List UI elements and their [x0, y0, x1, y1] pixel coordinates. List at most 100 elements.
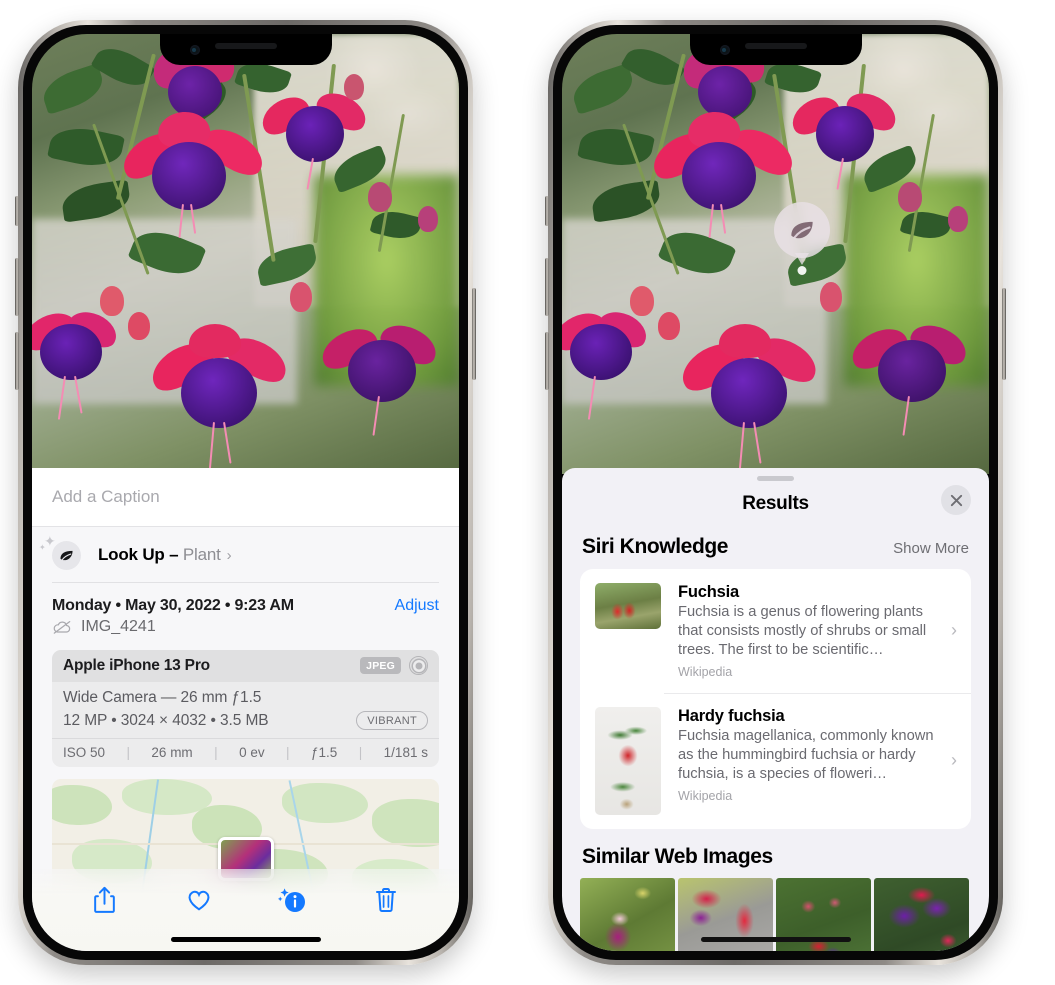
screen-right: Results Siri Knowledge Show More Fuchsia… — [562, 34, 989, 951]
knowledge-description: Fuchsia magellanica, commonly known as t… — [678, 727, 934, 782]
look-up-kind: Plant — [182, 545, 221, 564]
phone-bezel-left: ✦ ✦ Look Up – Plant › Monday • May 3 — [23, 25, 468, 960]
camera-info-card: Apple iPhone 13 Pro JPEG Wide Camera — 2… — [52, 650, 439, 767]
image-specs: 12 MP • 3024 × 4032 • 3.5 MB — [63, 711, 269, 729]
badge-dot — [797, 266, 807, 275]
notch — [159, 34, 332, 65]
phone-bezel-right: Results Siri Knowledge Show More Fuchsia… — [553, 25, 998, 960]
siri-knowledge-title: Siri Knowledge — [582, 535, 729, 558]
exif-separator: | — [126, 745, 130, 760]
volume-down-button[interactable] — [545, 332, 549, 390]
flower-bud — [898, 182, 922, 220]
side-power-button[interactable] — [1002, 288, 1006, 380]
close-button[interactable] — [941, 485, 971, 515]
adjust-button[interactable]: Adjust — [395, 597, 439, 615]
camera-card-header: Apple iPhone 13 Pro JPEG — [52, 650, 439, 682]
flower-bud — [128, 312, 150, 348]
volume-up-button[interactable] — [15, 258, 19, 316]
fuchsia-flower — [144, 324, 297, 474]
delete-button[interactable] — [364, 881, 408, 919]
leaf-shape — [38, 63, 108, 115]
exif-separator: | — [358, 745, 363, 760]
home-indicator — [170, 937, 321, 942]
web-image-thumbnail[interactable] — [874, 877, 969, 951]
share-icon — [94, 886, 116, 913]
share-button[interactable] — [83, 881, 127, 919]
home-indicator — [700, 937, 851, 942]
exif-ev: 0 ev — [239, 745, 265, 760]
silent-switch[interactable] — [15, 196, 19, 226]
caption-field-row[interactable] — [32, 468, 459, 527]
favorite-button[interactable] — [177, 881, 221, 919]
volume-down-button[interactable] — [15, 332, 19, 390]
chevron-right-icon: › — [951, 620, 957, 641]
silent-switch[interactable] — [545, 196, 549, 226]
fuchsia-flower — [115, 110, 271, 238]
exif-separator: | — [214, 745, 218, 760]
close-icon — [950, 494, 962, 506]
flower-bud — [344, 74, 364, 106]
chevron-right-icon: › — [226, 546, 232, 564]
info-button[interactable] — [270, 881, 314, 919]
leaf-icon — [791, 221, 813, 239]
leaf-shape — [568, 63, 638, 115]
similar-web-images-title: Similar Web Images — [582, 844, 773, 868]
earpiece-speaker — [744, 43, 807, 49]
flower-bud — [100, 286, 124, 326]
fuchsia-flower — [845, 310, 980, 440]
look-up-label: Look Up – Plant — [98, 545, 221, 565]
badge-tail — [795, 253, 809, 265]
flower-bud — [948, 206, 968, 240]
camera-card-body: Wide Camera — 26 mm ƒ1.5 12 MP • 3024 × … — [52, 682, 439, 738]
front-camera — [189, 45, 200, 55]
iphone-right: Results Siri Knowledge Show More Fuchsia… — [545, 20, 1006, 965]
photo-datetime: Monday • May 30, 2022 • 9:23 AM — [52, 597, 294, 614]
screen-left: ✦ ✦ Look Up – Plant › Monday • May 3 — [32, 34, 459, 951]
fuchsia-flower — [315, 310, 450, 440]
front-camera — [719, 45, 730, 55]
knowledge-body: Hardy fuchsia Fuchsia magellanica, commo… — [678, 707, 949, 815]
web-image-thumbnail[interactable] — [580, 877, 675, 951]
knowledge-item[interactable]: Hardy fuchsia Fuchsia magellanica, commo… — [580, 692, 971, 829]
knowledge-description: Fuchsia is a genus of flowering plants t… — [678, 604, 927, 658]
notch — [689, 34, 862, 65]
heart-icon — [188, 890, 210, 911]
exif-iso: ISO 50 — [63, 745, 106, 760]
chevron-right-icon: › — [951, 750, 957, 771]
flower-bud — [658, 312, 680, 348]
knowledge-title: Fuchsia — [678, 583, 739, 601]
volume-up-button[interactable] — [545, 258, 549, 316]
siri-knowledge-header: Siri Knowledge Show More — [562, 527, 989, 569]
file-row: IMG_4241 — [32, 615, 459, 636]
format-badge: JPEG — [360, 657, 401, 674]
exif-aperture: ƒ1.5 — [311, 745, 338, 760]
look-up-row[interactable]: ✦ ✦ Look Up – Plant › — [32, 527, 459, 583]
siri-knowledge-card: Fuchsia Fuchsia is a genus of flowering … — [580, 569, 971, 829]
flower-bud — [630, 286, 654, 326]
leaf-icon: ✦ ✦ — [39, 534, 81, 570]
flower-bud — [290, 282, 312, 320]
iphone-left: ✦ ✦ Look Up – Plant › Monday • May 3 — [15, 20, 476, 965]
knowledge-source: Wikipedia — [678, 788, 733, 803]
photo-canvas-left[interactable] — [32, 34, 459, 474]
knowledge-thumbnail — [595, 706, 661, 815]
similar-web-images-header: Similar Web Images — [562, 829, 989, 878]
photo-canvas-right[interactable] — [562, 34, 989, 474]
knowledge-thumbnail — [595, 583, 661, 629]
camera-badges: JPEG — [360, 656, 428, 675]
trash-icon — [376, 888, 397, 912]
file-name: IMG_4241 — [81, 618, 156, 635]
visual-lookup-leaf-badge[interactable] — [774, 202, 830, 275]
caption-input[interactable] — [52, 487, 439, 507]
side-power-button[interactable] — [472, 288, 476, 380]
fuchsia-flower — [674, 324, 827, 474]
flower-bud — [418, 206, 438, 240]
lens-info: Wide Camera — 26 mm ƒ1.5 — [63, 689, 262, 706]
exif-separator: | — [286, 745, 290, 760]
camera-model: Apple iPhone 13 Pro — [63, 656, 210, 674]
look-up-title: Look Up – — [98, 545, 179, 564]
show-more-button[interactable]: Show More — [893, 540, 969, 557]
knowledge-item[interactable]: Fuchsia Fuchsia is a genus of flowering … — [580, 569, 971, 693]
cloud-slash-icon — [53, 621, 71, 634]
flower-bud — [820, 282, 842, 320]
